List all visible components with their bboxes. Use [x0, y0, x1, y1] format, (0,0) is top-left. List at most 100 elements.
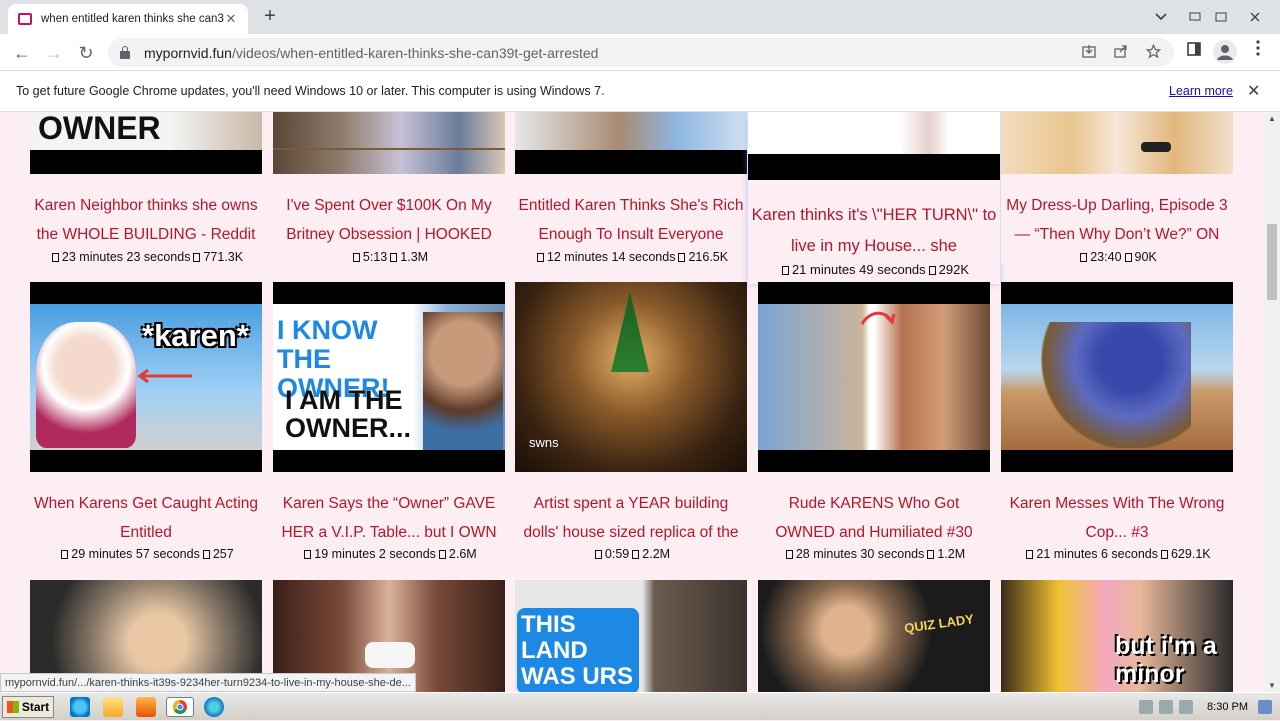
- video-thumbnail[interactable]: [273, 112, 505, 174]
- video-meta: 23:40 90K: [1001, 250, 1233, 264]
- edge-icon[interactable]: [204, 697, 224, 717]
- clock[interactable]: 8:30 PM: [1207, 701, 1248, 713]
- minimize-window-icon[interactable]: [1184, 0, 1206, 34]
- views-icon: [1124, 253, 1132, 262]
- volume-icon[interactable]: [1139, 700, 1154, 714]
- views-icon: [438, 550, 446, 559]
- video-thumbnail[interactable]: I KNOW THE OWNER! I AM THE OWNER...: [273, 282, 505, 472]
- thumbnail-overlay-text: but i'm a minor: [1115, 632, 1217, 688]
- video-card[interactable]: My Dress-Up Darling, Episode 3 — “Then W…: [1001, 112, 1233, 264]
- video-title[interactable]: Artist spent a YEAR building dolls' hous…: [515, 489, 747, 547]
- video-thumbnail[interactable]: OWNER: [30, 112, 262, 174]
- chrome-menu-icon[interactable]: [1246, 40, 1270, 64]
- video-meta: 21 minutes 49 seconds 292K: [748, 262, 1000, 277]
- video-title[interactable]: Karen Neighbor thinks she owns the WHOLE…: [30, 191, 262, 249]
- video-title[interactable]: My Dress-Up Darling, Episode 3 — “Then W…: [1001, 191, 1233, 249]
- windows-taskbar: Start 8:30 PM: [0, 692, 1280, 720]
- infobar-close-icon[interactable]: ✕: [1247, 81, 1260, 101]
- video-title[interactable]: Karen thinks it's \"HER TURN\" to live i…: [748, 200, 1000, 262]
- close-window-icon[interactable]: [1242, 0, 1268, 34]
- video-title[interactable]: When Karens Get Caught Acting Entitled: [30, 489, 262, 547]
- clock-icon: [1080, 253, 1088, 262]
- bookmark-star-icon[interactable]: [1144, 43, 1162, 62]
- video-card[interactable]: but i'm a minor: [1001, 580, 1233, 692]
- thumbnail-overlay-text: I AM THE OWNER...: [285, 385, 411, 443]
- new-tab-button[interactable]: +: [258, 5, 282, 29]
- clock-icon: [785, 550, 793, 559]
- views-icon: [927, 550, 935, 559]
- clock-icon: [352, 253, 360, 262]
- video-card-hovered[interactable]: Karen thinks it's \"HER TURN\" to live i…: [748, 112, 1000, 284]
- ie-icon[interactable]: [70, 697, 90, 717]
- tab-search-icon[interactable]: [1148, 0, 1174, 34]
- video-card[interactable]: QUIZ LADY: [758, 580, 990, 692]
- video-card[interactable]: Rude KARENS Who Got OWNED and Humiliated…: [758, 282, 990, 564]
- video-thumbnail[interactable]: QUIZ LADY: [758, 580, 990, 692]
- views-icon: [678, 253, 686, 262]
- video-meta: 29 minutes 57 seconds 257: [30, 547, 262, 561]
- video-card[interactable]: Entitled Karen Thinks She's Rich Enough …: [515, 112, 747, 264]
- profile-avatar-icon[interactable]: [1213, 40, 1237, 64]
- tab-close-icon[interactable]: ✕: [224, 11, 238, 27]
- video-thumbnail[interactable]: [1001, 112, 1233, 174]
- video-thumbnail[interactable]: swns: [515, 282, 747, 472]
- views-icon: [390, 253, 398, 262]
- video-meta: 19 minutes 2 seconds 2.6M: [273, 547, 505, 561]
- folder-icon[interactable]: [103, 697, 123, 717]
- start-button[interactable]: Start: [2, 696, 54, 718]
- address-bar[interactable]: mypornvid.fun/videos/when-entitled-karen…: [108, 38, 1174, 67]
- clock-icon: [1026, 550, 1034, 559]
- lock-icon[interactable]: [120, 45, 130, 59]
- thumbnail-overlay-text: OWNER: [38, 112, 161, 146]
- video-meta: 12 minutes 14 seconds 216.5K: [515, 250, 747, 264]
- video-meta: 21 minutes 6 seconds 629.1K: [1001, 547, 1233, 561]
- network-icon[interactable]: [1159, 700, 1174, 714]
- restore-window-icon[interactable]: [1210, 0, 1232, 34]
- back-button[interactable]: ←: [9, 40, 35, 66]
- video-card[interactable]: I've Spent Over $100K On My Britney Obse…: [273, 112, 505, 264]
- media-player-icon[interactable]: [136, 697, 156, 717]
- video-card[interactable]: Karen Messes With The Wrong Cop... #3 21…: [1001, 282, 1233, 564]
- video-thumbnail[interactable]: [515, 112, 747, 174]
- video-card[interactable]: THIS LAND WAS URS: [515, 580, 747, 692]
- video-thumbnail[interactable]: but i'm a minor: [1001, 580, 1233, 692]
- video-thumbnail[interactable]: [758, 282, 990, 472]
- scrollbar-thumb[interactable]: [1267, 224, 1277, 300]
- install-app-icon[interactable]: [1080, 44, 1098, 61]
- reload-button[interactable]: ↻: [73, 40, 99, 66]
- views-icon: [1160, 550, 1168, 559]
- video-title[interactable]: Entitled Karen Thinks She's Rich Enough …: [515, 191, 747, 249]
- clock-icon: [51, 253, 59, 262]
- chrome-taskbar-icon[interactable]: [166, 697, 194, 717]
- video-card[interactable]: OWNER Karen Neighbor thinks she owns the…: [30, 112, 262, 264]
- show-desktop-icon[interactable]: [1258, 700, 1272, 714]
- video-thumbnail[interactable]: [1001, 282, 1233, 472]
- video-title[interactable]: Karen Messes With The Wrong Cop... #3: [1001, 489, 1233, 547]
- tab-strip: when entitled karen thinks she can39 ✕ +: [0, 0, 1280, 34]
- video-meta: 23 minutes 23 seconds 771.3K: [30, 250, 262, 264]
- video-thumbnail[interactable]: THIS LAND WAS URS: [515, 580, 747, 692]
- video-card[interactable]: I KNOW THE OWNER! I AM THE OWNER... Kare…: [273, 282, 505, 564]
- video-title[interactable]: Karen Says the “Owner” GAVE HER a V.I.P.…: [273, 489, 505, 547]
- thumbnail-overlay-text: swns: [529, 435, 559, 450]
- side-panel-icon[interactable]: [1182, 40, 1206, 64]
- forward-button[interactable]: →: [41, 40, 67, 66]
- video-title[interactable]: I've Spent Over $100K On My Britney Obse…: [273, 191, 505, 249]
- scroll-down-icon[interactable]: ▼: [1264, 681, 1280, 690]
- thumbnail-overlay-text: *karen*: [142, 318, 249, 353]
- video-title[interactable]: Rude KARENS Who Got OWNED and Humiliated…: [758, 489, 990, 547]
- video-thumbnail[interactable]: *karen*: [30, 282, 262, 472]
- page-scrollbar[interactable]: ▲ ▼: [1264, 112, 1280, 692]
- windows-logo-icon: [6, 701, 19, 713]
- browser-tab[interactable]: when entitled karen thinks she can39 ✕: [8, 4, 248, 34]
- scroll-up-icon[interactable]: ▲: [1264, 114, 1280, 123]
- video-card[interactable]: *karen* When Karens Get Caught Acting En…: [30, 282, 262, 564]
- url-path: /videos/when-entitled-karen-thinks-she-c…: [231, 44, 599, 61]
- share-icon[interactable]: [1112, 44, 1130, 61]
- video-card[interactable]: swns Artist spent a YEAR building dolls'…: [515, 282, 747, 564]
- learn-more-link[interactable]: Learn more: [1169, 84, 1233, 98]
- views-icon: [928, 266, 936, 275]
- clock-icon: [536, 253, 544, 262]
- flag-icon[interactable]: [1179, 700, 1194, 714]
- video-thumbnail[interactable]: [748, 112, 1000, 180]
